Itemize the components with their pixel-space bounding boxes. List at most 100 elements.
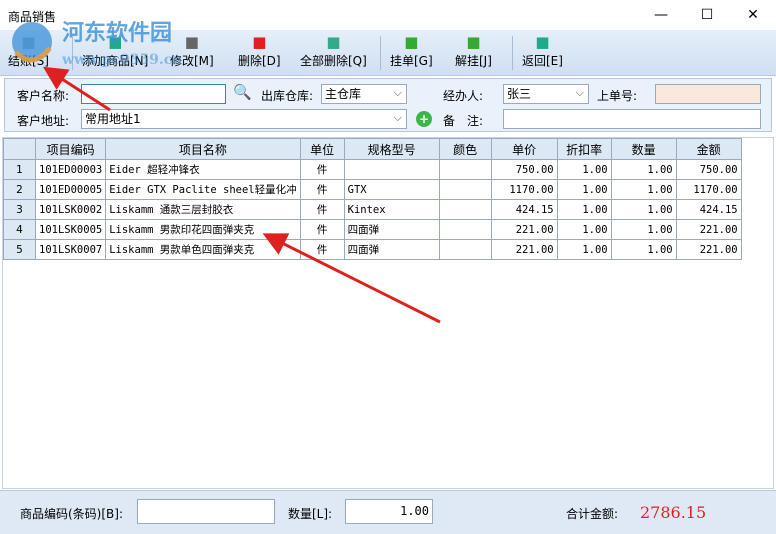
customer-name-label: 客户名称: <box>17 89 70 103</box>
table-cell[interactable] <box>438 159 492 180</box>
table-cell[interactable]: 750.00 <box>490 159 558 180</box>
minimize-button[interactable]: — <box>638 0 684 30</box>
table-row[interactable]: 2 101ED00005 Eider GTX Paclite sheel轻量化冲件 G… <box>3 179 742 200</box>
table-cell[interactable]: 1.00 <box>556 219 612 240</box>
table-cell[interactable]: 1170.00 <box>675 179 742 200</box>
table-cell[interactable]: 221.00 <box>675 239 742 260</box>
table-cell[interactable]: 1.00 <box>556 159 612 180</box>
column-header[interactable]: 单价 <box>490 138 558 160</box>
table-cell[interactable]: 1.00 <box>556 179 612 200</box>
table-cell[interactable]: Liskamm 通款三层封胶衣 <box>105 199 301 220</box>
column-header[interactable]: 折扣率 <box>556 138 612 160</box>
maximize-button[interactable]: ☐ <box>684 0 730 30</box>
table-cell[interactable]: 1.00 <box>610 199 677 220</box>
column-header[interactable] <box>3 138 36 160</box>
table-cell[interactable]: Liskamm 男款单色四面弹夹克 <box>105 239 301 260</box>
table-cell[interactable]: 101LSK0002 <box>34 199 107 220</box>
toolbar-button-label: 挂单[G] <box>390 54 433 68</box>
delete-all-icon: ■ <box>326 33 341 51</box>
table-cell[interactable]: 101LSK0007 <box>34 239 107 260</box>
table-cell[interactable]: Kintex <box>343 199 440 220</box>
table-cell[interactable] <box>438 219 492 240</box>
customer-name-input[interactable] <box>81 84 226 104</box>
handler-label: 经办人: <box>443 89 484 103</box>
table-cell[interactable]: 件 <box>299 239 345 260</box>
title-bar: 商品销售 — ☐ ✕ <box>0 0 776 30</box>
table-cell[interactable] <box>438 239 492 260</box>
table-row[interactable]: 4 101LSK0005 Liskamm 男款印花四面弹夹克件四面弹 221.00 1.… <box>3 219 742 240</box>
toolbar-separator <box>512 36 513 70</box>
toolbar-button-save[interactable]: ■ 结账[S] <box>8 32 49 74</box>
table-cell[interactable]: Eider GTX Paclite sheel轻量化冲 <box>105 179 301 200</box>
table-cell[interactable]: 1170.00 <box>490 179 558 200</box>
toolbar-button-delete-all[interactable]: ■ 全部删除[Q] <box>300 32 367 74</box>
barcode-input[interactable] <box>137 499 275 524</box>
prev-order-input[interactable] <box>655 84 761 104</box>
table-cell[interactable] <box>438 179 492 200</box>
table-cell[interactable]: 件 <box>299 159 345 180</box>
table-cell[interactable]: 1.00 <box>556 199 612 220</box>
unhold-icon: ■ <box>466 33 481 51</box>
table-cell[interactable]: 101LSK0005 <box>34 219 107 240</box>
table-cell[interactable]: 3 <box>3 199 36 220</box>
table-cell[interactable]: 件 <box>299 219 345 240</box>
table-cell[interactable]: 1.00 <box>610 239 677 260</box>
add-item-icon: ■ <box>108 33 123 51</box>
table-cell[interactable] <box>438 199 492 220</box>
toolbar-button-add-item[interactable]: ■ 添加商品[N] <box>82 32 148 74</box>
toolbar-button-unhold[interactable]: ■ 解挂[J] <box>455 32 492 74</box>
table-cell[interactable]: 221.00 <box>490 219 558 240</box>
table-cell[interactable]: 四面弹 <box>343 239 440 260</box>
remark-input[interactable] <box>503 109 761 129</box>
warehouse-select[interactable]: 主仓库 <box>321 84 407 104</box>
add-address-icon[interactable]: + <box>416 111 432 127</box>
column-header[interactable]: 项目名称 <box>105 138 301 160</box>
table-cell[interactable]: 1.00 <box>610 159 677 180</box>
handler-select[interactable]: 张三 <box>503 84 589 104</box>
table-row[interactable]: 3 101LSK0002 Liskamm 通款三层封胶衣件 Kintex 424.15 1… <box>3 199 742 220</box>
table-row[interactable]: 5 101LSK0007 Liskamm 男款单色四面弹夹克件四面弹 221.00 1.… <box>3 239 742 260</box>
table-cell[interactable]: 101ED00005 <box>34 179 107 200</box>
table-cell[interactable]: 1 <box>3 159 36 180</box>
items-table: 项目编码 项目名称 单位 规格型号 颜色 单价 折扣率 数量 金额 1 101ED00003 Eide… <box>3 138 742 260</box>
table-cell[interactable]: GTX <box>343 179 440 200</box>
column-header[interactable]: 单位 <box>299 138 345 160</box>
close-button[interactable]: ✕ <box>730 0 776 30</box>
table-cell[interactable]: Eider 超轻冲锋衣 <box>105 159 301 180</box>
total-label: 合计金额: <box>566 507 619 521</box>
bottom-bar: 商品编码(条码)[B]: 数量[L]: 1.00 合计金额: 2786.15 <box>0 490 776 534</box>
toolbar-separator <box>72 36 73 70</box>
table-cell[interactable]: 件 <box>299 199 345 220</box>
column-header[interactable]: 颜色 <box>438 138 492 160</box>
table-cell[interactable]: 424.15 <box>675 199 742 220</box>
column-header[interactable]: 规格型号 <box>343 138 440 160</box>
table-cell[interactable]: 1.00 <box>610 179 677 200</box>
column-header[interactable]: 项目编码 <box>34 138 107 160</box>
toolbar-button-edit[interactable]: ■ 修改[M] <box>170 32 214 74</box>
toolbar-separator <box>380 36 381 70</box>
table-cell[interactable]: Liskamm 男款印花四面弹夹克 <box>105 219 301 240</box>
table-cell[interactable]: 件 <box>299 179 345 200</box>
table-cell[interactable]: 1.00 <box>610 219 677 240</box>
column-header[interactable]: 数量 <box>610 138 677 160</box>
table-cell[interactable]: 1.00 <box>556 239 612 260</box>
table-cell[interactable]: 221.00 <box>675 219 742 240</box>
table-cell[interactable]: 四面弹 <box>343 219 440 240</box>
table-cell[interactable]: 4 <box>3 219 36 240</box>
table-cell[interactable]: 750.00 <box>675 159 742 180</box>
table-cell[interactable] <box>343 159 440 180</box>
toolbar-button-label: 结账[S] <box>8 54 49 68</box>
toolbar-button-hold[interactable]: ■ 挂单[G] <box>390 32 433 74</box>
table-row[interactable]: 1 101ED00003 Eider 超轻冲锋衣件 750.00 1.00 1.00 750… <box>3 159 742 180</box>
search-icon[interactable]: 🔍 <box>233 83 252 101</box>
table-cell[interactable]: 101ED00003 <box>34 159 107 180</box>
toolbar-button-exit[interactable]: ■ 返回[E] <box>522 32 563 74</box>
toolbar-button-delete[interactable]: ■ 删除[D] <box>238 32 281 74</box>
table-cell[interactable]: 424.15 <box>490 199 558 220</box>
table-cell[interactable]: 5 <box>3 239 36 260</box>
address-select[interactable]: 常用地址1 <box>81 109 407 129</box>
column-header[interactable]: 金额 <box>675 138 742 160</box>
qty-input[interactable]: 1.00 <box>345 499 433 524</box>
table-cell[interactable]: 2 <box>3 179 36 200</box>
table-cell[interactable]: 221.00 <box>490 239 558 260</box>
